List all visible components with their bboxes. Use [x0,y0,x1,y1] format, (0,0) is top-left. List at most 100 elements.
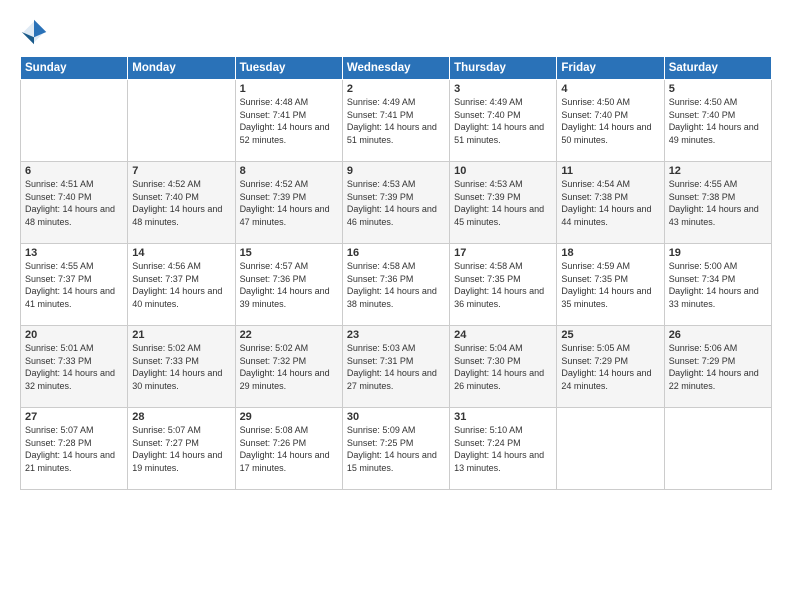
calendar-cell: 4Sunrise: 4:50 AMSunset: 7:40 PMDaylight… [557,80,664,162]
calendar-cell: 30Sunrise: 5:09 AMSunset: 7:25 PMDayligh… [342,408,449,490]
calendar-cell: 8Sunrise: 4:52 AMSunset: 7:39 PMDaylight… [235,162,342,244]
day-info: Sunrise: 4:53 AMSunset: 7:39 PMDaylight:… [347,178,445,228]
weekday-header: Tuesday [235,57,342,80]
day-info: Sunrise: 5:02 AMSunset: 7:33 PMDaylight:… [132,342,230,392]
weekday-header: Friday [557,57,664,80]
day-number: 21 [132,329,230,341]
day-info: Sunrise: 5:06 AMSunset: 7:29 PMDaylight:… [669,342,767,392]
day-info: Sunrise: 5:10 AMSunset: 7:24 PMDaylight:… [454,424,552,474]
calendar-week-row: 27Sunrise: 5:07 AMSunset: 7:28 PMDayligh… [21,408,772,490]
day-number: 8 [240,165,338,177]
day-info: Sunrise: 5:09 AMSunset: 7:25 PMDaylight:… [347,424,445,474]
calendar-cell: 14Sunrise: 4:56 AMSunset: 7:37 PMDayligh… [128,244,235,326]
day-number: 29 [240,411,338,423]
calendar-cell: 2Sunrise: 4:49 AMSunset: 7:41 PMDaylight… [342,80,449,162]
day-info: Sunrise: 4:50 AMSunset: 7:40 PMDaylight:… [669,96,767,146]
calendar-cell [21,80,128,162]
day-number: 30 [347,411,445,423]
day-info: Sunrise: 4:52 AMSunset: 7:39 PMDaylight:… [240,178,338,228]
day-info: Sunrise: 4:49 AMSunset: 7:40 PMDaylight:… [454,96,552,146]
calendar-cell: 20Sunrise: 5:01 AMSunset: 7:33 PMDayligh… [21,326,128,408]
calendar-cell: 22Sunrise: 5:02 AMSunset: 7:32 PMDayligh… [235,326,342,408]
day-number: 4 [561,83,659,95]
day-number: 15 [240,247,338,259]
calendar-cell: 6Sunrise: 4:51 AMSunset: 7:40 PMDaylight… [21,162,128,244]
calendar-cell: 25Sunrise: 5:05 AMSunset: 7:29 PMDayligh… [557,326,664,408]
weekday-header: Wednesday [342,57,449,80]
page: SundayMondayTuesdayWednesdayThursdayFrid… [0,0,792,612]
day-info: Sunrise: 5:01 AMSunset: 7:33 PMDaylight:… [25,342,123,392]
calendar-week-row: 13Sunrise: 4:55 AMSunset: 7:37 PMDayligh… [21,244,772,326]
calendar-cell: 7Sunrise: 4:52 AMSunset: 7:40 PMDaylight… [128,162,235,244]
calendar-cell [557,408,664,490]
day-number: 11 [561,165,659,177]
calendar-cell: 18Sunrise: 4:59 AMSunset: 7:35 PMDayligh… [557,244,664,326]
day-number: 7 [132,165,230,177]
day-number: 22 [240,329,338,341]
day-number: 24 [454,329,552,341]
day-number: 2 [347,83,445,95]
day-info: Sunrise: 4:52 AMSunset: 7:40 PMDaylight:… [132,178,230,228]
calendar-cell: 23Sunrise: 5:03 AMSunset: 7:31 PMDayligh… [342,326,449,408]
calendar-cell: 29Sunrise: 5:08 AMSunset: 7:26 PMDayligh… [235,408,342,490]
day-number: 3 [454,83,552,95]
day-info: Sunrise: 4:58 AMSunset: 7:35 PMDaylight:… [454,260,552,310]
day-number: 6 [25,165,123,177]
day-number: 10 [454,165,552,177]
weekday-header: Thursday [450,57,557,80]
day-info: Sunrise: 5:07 AMSunset: 7:28 PMDaylight:… [25,424,123,474]
day-info: Sunrise: 5:03 AMSunset: 7:31 PMDaylight:… [347,342,445,392]
calendar-week-row: 20Sunrise: 5:01 AMSunset: 7:33 PMDayligh… [21,326,772,408]
calendar-cell: 17Sunrise: 4:58 AMSunset: 7:35 PMDayligh… [450,244,557,326]
day-info: Sunrise: 5:08 AMSunset: 7:26 PMDaylight:… [240,424,338,474]
calendar-cell: 3Sunrise: 4:49 AMSunset: 7:40 PMDaylight… [450,80,557,162]
day-number: 26 [669,329,767,341]
calendar-cell: 19Sunrise: 5:00 AMSunset: 7:34 PMDayligh… [664,244,771,326]
day-info: Sunrise: 4:54 AMSunset: 7:38 PMDaylight:… [561,178,659,228]
day-number: 9 [347,165,445,177]
day-info: Sunrise: 5:05 AMSunset: 7:29 PMDaylight:… [561,342,659,392]
day-info: Sunrise: 5:07 AMSunset: 7:27 PMDaylight:… [132,424,230,474]
calendar-week-row: 6Sunrise: 4:51 AMSunset: 7:40 PMDaylight… [21,162,772,244]
calendar-cell: 1Sunrise: 4:48 AMSunset: 7:41 PMDaylight… [235,80,342,162]
day-number: 25 [561,329,659,341]
day-info: Sunrise: 4:55 AMSunset: 7:38 PMDaylight:… [669,178,767,228]
calendar-cell: 31Sunrise: 5:10 AMSunset: 7:24 PMDayligh… [450,408,557,490]
day-info: Sunrise: 4:55 AMSunset: 7:37 PMDaylight:… [25,260,123,310]
day-info: Sunrise: 4:50 AMSunset: 7:40 PMDaylight:… [561,96,659,146]
calendar-week-row: 1Sunrise: 4:48 AMSunset: 7:41 PMDaylight… [21,80,772,162]
day-number: 12 [669,165,767,177]
day-number: 19 [669,247,767,259]
calendar-cell: 26Sunrise: 5:06 AMSunset: 7:29 PMDayligh… [664,326,771,408]
day-number: 16 [347,247,445,259]
calendar-cell: 11Sunrise: 4:54 AMSunset: 7:38 PMDayligh… [557,162,664,244]
weekday-header: Monday [128,57,235,80]
logo-icon [20,18,48,46]
day-number: 28 [132,411,230,423]
calendar-cell: 16Sunrise: 4:58 AMSunset: 7:36 PMDayligh… [342,244,449,326]
day-number: 13 [25,247,123,259]
calendar-cell: 10Sunrise: 4:53 AMSunset: 7:39 PMDayligh… [450,162,557,244]
calendar-cell: 28Sunrise: 5:07 AMSunset: 7:27 PMDayligh… [128,408,235,490]
calendar-cell: 9Sunrise: 4:53 AMSunset: 7:39 PMDaylight… [342,162,449,244]
day-info: Sunrise: 4:57 AMSunset: 7:36 PMDaylight:… [240,260,338,310]
day-info: Sunrise: 5:04 AMSunset: 7:30 PMDaylight:… [454,342,552,392]
day-number: 1 [240,83,338,95]
day-info: Sunrise: 4:51 AMSunset: 7:40 PMDaylight:… [25,178,123,228]
weekday-header: Sunday [21,57,128,80]
calendar-cell: 21Sunrise: 5:02 AMSunset: 7:33 PMDayligh… [128,326,235,408]
day-number: 20 [25,329,123,341]
day-info: Sunrise: 4:56 AMSunset: 7:37 PMDaylight:… [132,260,230,310]
day-number: 5 [669,83,767,95]
day-info: Sunrise: 5:00 AMSunset: 7:34 PMDaylight:… [669,260,767,310]
day-info: Sunrise: 4:48 AMSunset: 7:41 PMDaylight:… [240,96,338,146]
calendar-cell [128,80,235,162]
calendar-cell: 5Sunrise: 4:50 AMSunset: 7:40 PMDaylight… [664,80,771,162]
day-number: 31 [454,411,552,423]
day-number: 23 [347,329,445,341]
day-number: 17 [454,247,552,259]
calendar-cell: 13Sunrise: 4:55 AMSunset: 7:37 PMDayligh… [21,244,128,326]
day-number: 27 [25,411,123,423]
calendar: SundayMondayTuesdayWednesdayThursdayFrid… [20,56,772,490]
calendar-cell: 27Sunrise: 5:07 AMSunset: 7:28 PMDayligh… [21,408,128,490]
